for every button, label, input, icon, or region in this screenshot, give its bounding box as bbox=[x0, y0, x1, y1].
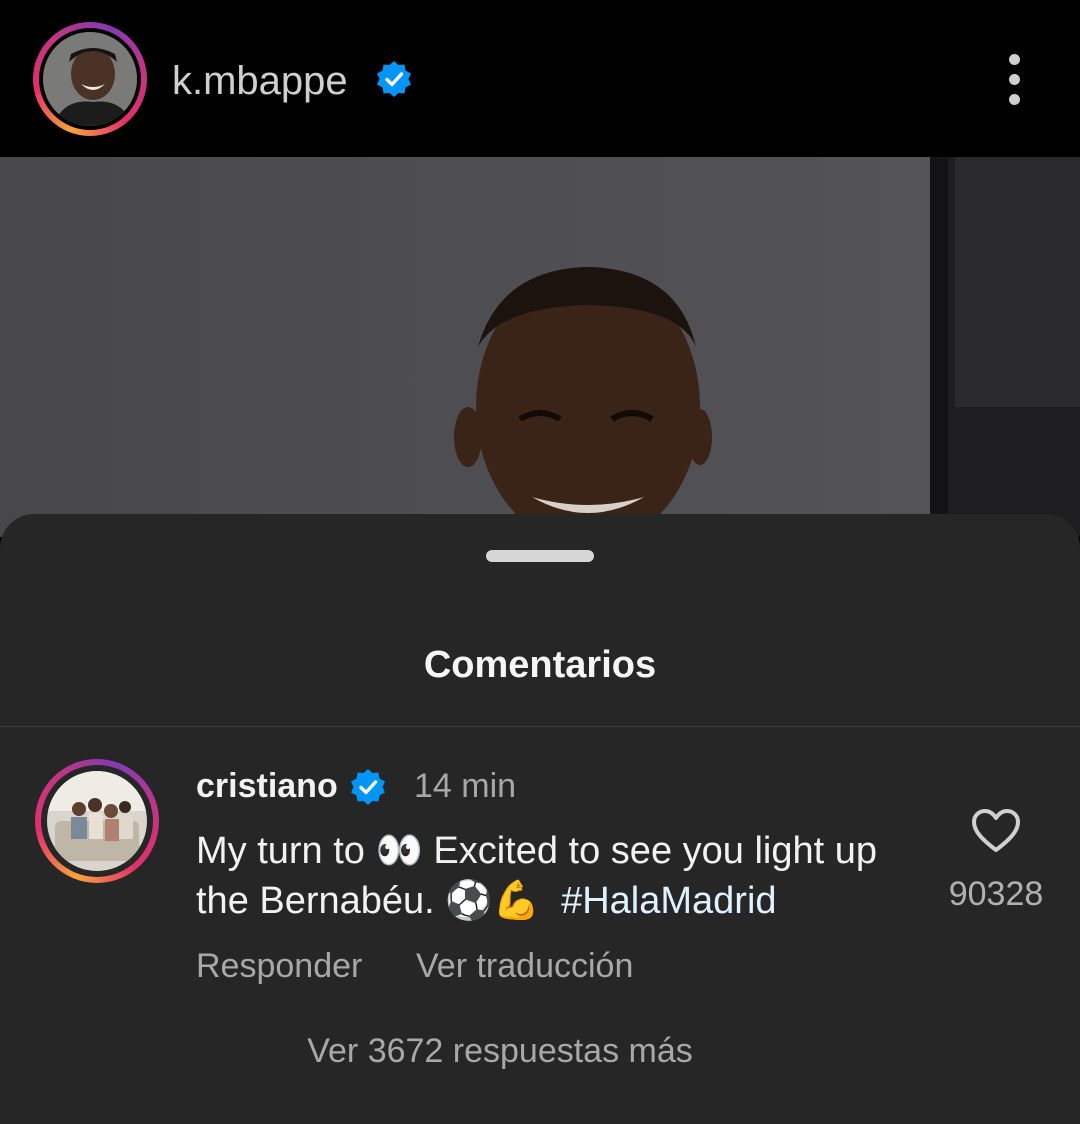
profile-avatar[interactable] bbox=[33, 22, 147, 136]
heart-icon[interactable] bbox=[970, 808, 1022, 854]
commenter-avatar-image bbox=[47, 771, 147, 871]
hashtag-link[interactable]: #HalaMadrid bbox=[561, 880, 776, 922]
post-header: k.mbappe bbox=[0, 0, 1080, 157]
commenter-avatar[interactable] bbox=[35, 759, 159, 883]
post-username[interactable]: k.mbappe bbox=[172, 58, 348, 104]
sheet-title: Comentarios bbox=[423, 644, 657, 686]
comments-sheet: Comentarios cristiano 14 min My turn to … bbox=[0, 514, 1080, 1124]
comment-text: My turn to 👀 Excited to see you light up… bbox=[196, 826, 916, 926]
flexed-biceps-emoji: 💪 bbox=[492, 880, 540, 922]
like-count: 90328 bbox=[948, 875, 1044, 913]
verified-badge-icon bbox=[377, 61, 411, 97]
eyes-emoji: 👀 bbox=[375, 830, 423, 872]
reply-button[interactable]: Responder bbox=[196, 946, 362, 986]
comment-time: 14 min bbox=[414, 767, 517, 805]
post-photo bbox=[0, 157, 1080, 537]
soccer-ball-emoji: ⚽ bbox=[445, 880, 493, 922]
more-vertical-icon[interactable] bbox=[998, 54, 1030, 108]
avatar-image bbox=[43, 32, 137, 126]
view-more-replies-button[interactable]: Ver 3672 respuestas más bbox=[0, 1031, 1000, 1071]
comment-text-part: My turn to bbox=[196, 830, 376, 872]
verified-badge-icon bbox=[351, 769, 385, 805]
divider bbox=[0, 726, 1080, 727]
drag-handle[interactable] bbox=[486, 550, 594, 562]
comment-username[interactable]: cristiano bbox=[196, 766, 338, 806]
translate-button[interactable]: Ver traducción bbox=[416, 946, 633, 986]
